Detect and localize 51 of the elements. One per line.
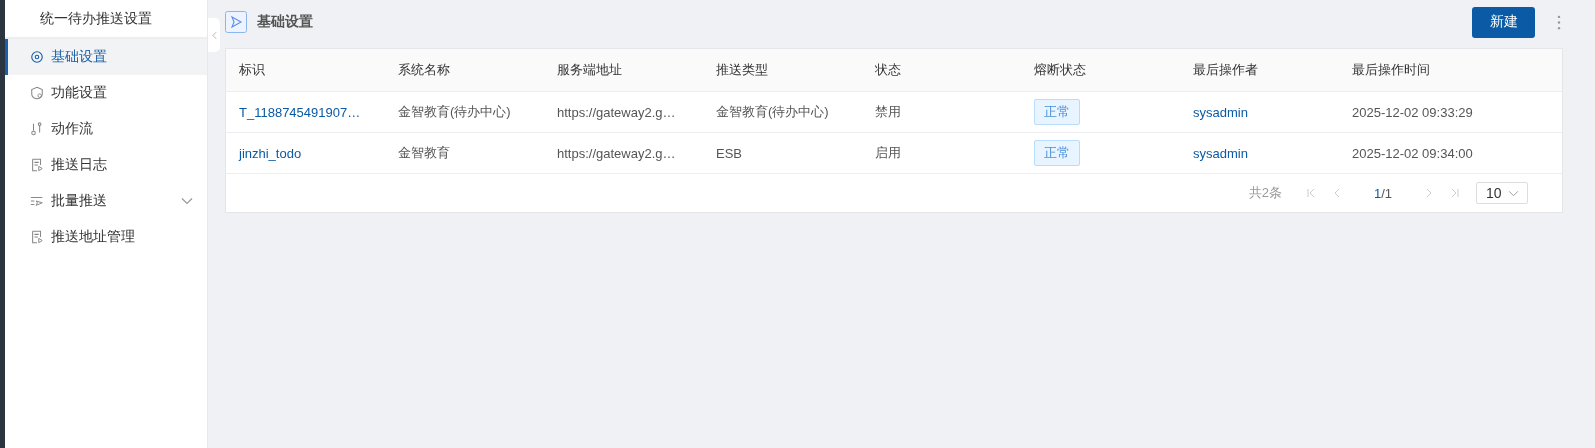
send-list-icon: [30, 194, 44, 208]
column-header: 标识: [238, 61, 266, 79]
table-cell-text: 2025-12-02 09:33:29: [1351, 104, 1474, 120]
menu-item[interactable]: 推送地址管理: [5, 219, 207, 255]
gear-icon: [30, 50, 44, 64]
table-cell-text: ESB: [715, 145, 743, 161]
flow-icon: [30, 122, 44, 136]
more-icon[interactable]: [1557, 14, 1561, 30]
table-cell-text: 金智教育: [397, 144, 451, 162]
page-size-select[interactable]: 10: [1476, 182, 1528, 204]
collapse-button[interactable]: [208, 18, 220, 52]
menu-item[interactable]: 功能设置: [5, 75, 207, 111]
menu-item[interactable]: 动作流: [5, 111, 207, 147]
operator-link[interactable]: sysadmin: [1193, 145, 1248, 161]
caret-icon: [211, 30, 217, 40]
menu-item[interactable]: 批量推送: [5, 183, 207, 219]
total-count: 共2条: [1248, 184, 1282, 202]
column-header: 最后操作时间: [1351, 61, 1431, 79]
column-header: 最后操作者: [1192, 61, 1259, 79]
table-cell-text: 2025-12-02 09:34:00: [1351, 145, 1474, 161]
column-header: 服务端地址: [556, 61, 623, 79]
table-cell-text: 金智教育(待办中心): [715, 103, 830, 121]
new-button[interactable]: 新建: [1472, 6, 1535, 38]
table-cell-text: 禁用: [874, 103, 902, 121]
column-header: 推送类型: [715, 61, 769, 79]
column-header: 状态: [874, 61, 902, 79]
operator-link[interactable]: sysadmin: [1193, 104, 1248, 120]
page-total: /1: [1381, 185, 1392, 201]
shield-icon: [30, 86, 44, 100]
table-cell-text: https://gateway2.g…: [556, 145, 677, 161]
menu-item[interactable]: 推送日志: [5, 147, 207, 183]
document-icon: [30, 230, 44, 244]
send-icon: [225, 11, 247, 33]
status-tag: 正常: [1034, 99, 1080, 125]
document-icon: [30, 158, 44, 172]
id-link[interactable]: jinzhi_todo: [239, 145, 302, 161]
chevron-icon: [1507, 189, 1519, 197]
id-link[interactable]: T_1188745491907…: [239, 104, 361, 120]
next-page-icon[interactable]: [1424, 188, 1434, 198]
table-cell-text: https://gateway2.g…: [556, 104, 677, 120]
page-title: 基础设置: [257, 13, 313, 31]
current-page: 1: [1373, 185, 1382, 201]
column-header: 系统名称: [397, 61, 451, 79]
status-tag: 正常: [1034, 140, 1080, 166]
table-cell-text: 启用: [874, 144, 902, 162]
column-header: 熔断状态: [1033, 61, 1087, 79]
table-cell-text: 金智教育(待办中心): [397, 103, 512, 121]
last-page-icon[interactable]: [1450, 188, 1460, 198]
first-page-icon[interactable]: [1305, 188, 1316, 198]
menu-item[interactable]: 基础设置: [5, 39, 207, 75]
chevron-icon[interactable]: [181, 197, 193, 205]
